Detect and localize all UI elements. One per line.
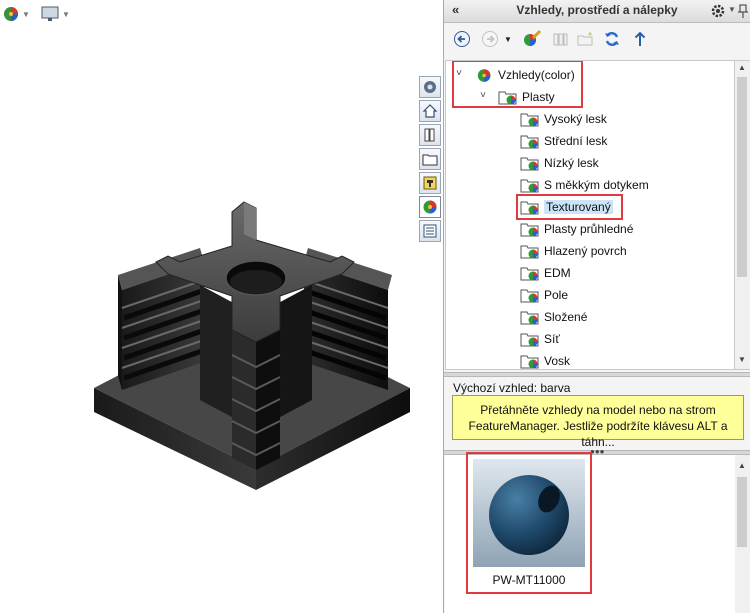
chevron-down-icon: ▼ (22, 9, 30, 19)
tree-item[interactable]: Složené (520, 307, 587, 327)
add-appearance-icon (524, 29, 542, 46)
color-sphere-icon (423, 200, 437, 214)
up-arrow-icon (634, 31, 646, 46)
appearance-folder-icon (520, 289, 539, 302)
tree-item[interactable]: S měkkým dotykem (520, 175, 649, 195)
tree-item-label: Složené (544, 310, 588, 324)
properties-list-icon (423, 224, 437, 238)
tip-text-line2: FeatureManager. Jestliže podržíte kláves… (468, 419, 728, 449)
tree-item-label: Střední lesk (544, 134, 608, 148)
display-dropdown[interactable]: ▼ (40, 4, 70, 24)
tree-item-label: Pole (544, 288, 569, 302)
default-appearance-label: Výchozí vzhled: barva (453, 381, 571, 395)
forward-arrow-icon (482, 31, 498, 47)
appearance-folder-icon (520, 311, 539, 324)
appearance-folder-icon (520, 267, 539, 280)
view-palette-tab[interactable] (419, 172, 441, 194)
view-palette-icon (423, 176, 437, 190)
tree-item-label: Plasty průhledné (544, 222, 634, 236)
appearance-folder-icon (520, 355, 539, 368)
scroll-up-icon[interactable]: ▲ (738, 461, 746, 470)
highlight-box (466, 452, 592, 594)
tree-item-label: Vosk (544, 354, 571, 368)
appearance-dropdown[interactable]: ▼ (2, 4, 30, 24)
chevron-down-icon: ▼ (62, 9, 70, 19)
appearance-tree[interactable]: ˅ Vzhledy(color) ˅ Plasty Vysoký lesk St… (445, 60, 735, 370)
tree-item[interactable]: Plasty průhledné (520, 219, 633, 239)
library-add-icon (553, 33, 568, 46)
folder-icon (422, 154, 438, 166)
up-level-button[interactable] (630, 29, 650, 49)
tip-text-line1: Přetáhněte vzhledy na model nebo na stro… (480, 403, 716, 417)
gallery-scrollbar[interactable]: ▲ (735, 455, 750, 613)
tree-item-label: Hlazený povrch (544, 244, 627, 258)
collapse-pane-button[interactable]: « (452, 2, 459, 17)
chevron-down-icon[interactable]: ▼ (728, 5, 736, 14)
tip-box: Přetáhněte vzhledy na model nebo na stro… (452, 395, 744, 449)
tree-item-label: S měkkým dotykem (544, 178, 649, 192)
tree-item[interactable]: Střední lesk (520, 131, 607, 151)
gear-globe-icon (424, 81, 436, 93)
new-folder-icon (577, 32, 593, 46)
solidworks-resources-tab[interactable] (419, 76, 441, 98)
tree-item-label: Vysoký lesk (544, 112, 607, 126)
new-folder-button[interactable] (576, 29, 596, 49)
pane-header: « Vzhledy, prostředí a nálepky ▼ (444, 0, 750, 23)
tree-item[interactable]: Pole (520, 285, 568, 305)
custom-properties-tab[interactable] (419, 220, 441, 242)
scroll-thumb[interactable] (737, 477, 747, 547)
add-to-library-button[interactable] (522, 29, 542, 49)
appearance-folder-icon (520, 333, 539, 346)
library-books-icon (424, 128, 435, 142)
appearance-folder-icon (520, 113, 539, 126)
3d-model[interactable] (80, 190, 425, 495)
tree-item-label: Síť (544, 332, 560, 346)
tree-item[interactable]: Hlazený povrch (520, 241, 627, 261)
dropdown-arrow-icon: ▼ (504, 34, 512, 44)
file-explorer-tab[interactable] (419, 148, 441, 170)
graphics-viewport[interactable]: ▼ ▼ (0, 0, 443, 613)
tree-item[interactable]: Vosk (520, 351, 571, 369)
pane-splitter[interactable] (444, 372, 750, 377)
appearance-folder-icon (520, 179, 539, 192)
add-file-location-button[interactable] (550, 29, 570, 49)
back-button[interactable] (452, 29, 472, 49)
tree-item-label: Nízký lesk (544, 156, 599, 170)
scroll-down-icon[interactable]: ▼ (738, 355, 746, 364)
home-tab[interactable] (419, 100, 441, 122)
gear-icon[interactable] (710, 3, 726, 19)
appearance-sphere-icon (4, 7, 18, 21)
back-arrow-icon (454, 31, 470, 47)
tree-item[interactable]: EDM (520, 263, 571, 283)
forward-button[interactable] (480, 29, 500, 49)
appearance-folder-icon (520, 223, 539, 236)
appearance-folder-icon (520, 135, 539, 148)
tree-item[interactable]: Vysoký lesk (520, 109, 607, 129)
history-dropdown[interactable]: ▼ (502, 29, 514, 49)
appearances-tab[interactable] (419, 196, 441, 218)
tree-item[interactable]: Síť (520, 329, 560, 349)
task-pane: « Vzhledy, prostředí a nálepky ▼ ▼ ˅ Vzh… (443, 0, 750, 613)
appearance-folder-icon (520, 245, 539, 258)
scroll-up-icon[interactable]: ▲ (738, 63, 746, 72)
design-library-tab[interactable] (419, 124, 441, 146)
tree-scrollbar[interactable]: ▲ ▼ (735, 60, 750, 370)
refresh-button[interactable] (602, 29, 622, 49)
highlight-box (516, 194, 623, 220)
monitor-icon (41, 6, 59, 21)
tree-item[interactable]: Nízký lesk (520, 153, 599, 173)
refresh-icon (605, 32, 619, 46)
scroll-thumb[interactable] (737, 77, 747, 277)
task-pane-tabs (417, 74, 443, 244)
appearance-folder-icon (520, 157, 539, 170)
pane-title: Vzhledy, prostředí a nálepky (516, 3, 678, 17)
pane-toolbar: ▼ (444, 23, 750, 55)
pin-icon[interactable] (737, 3, 749, 19)
highlight-box (452, 61, 583, 108)
home-icon (422, 104, 438, 118)
tree-item-label: EDM (544, 266, 571, 280)
